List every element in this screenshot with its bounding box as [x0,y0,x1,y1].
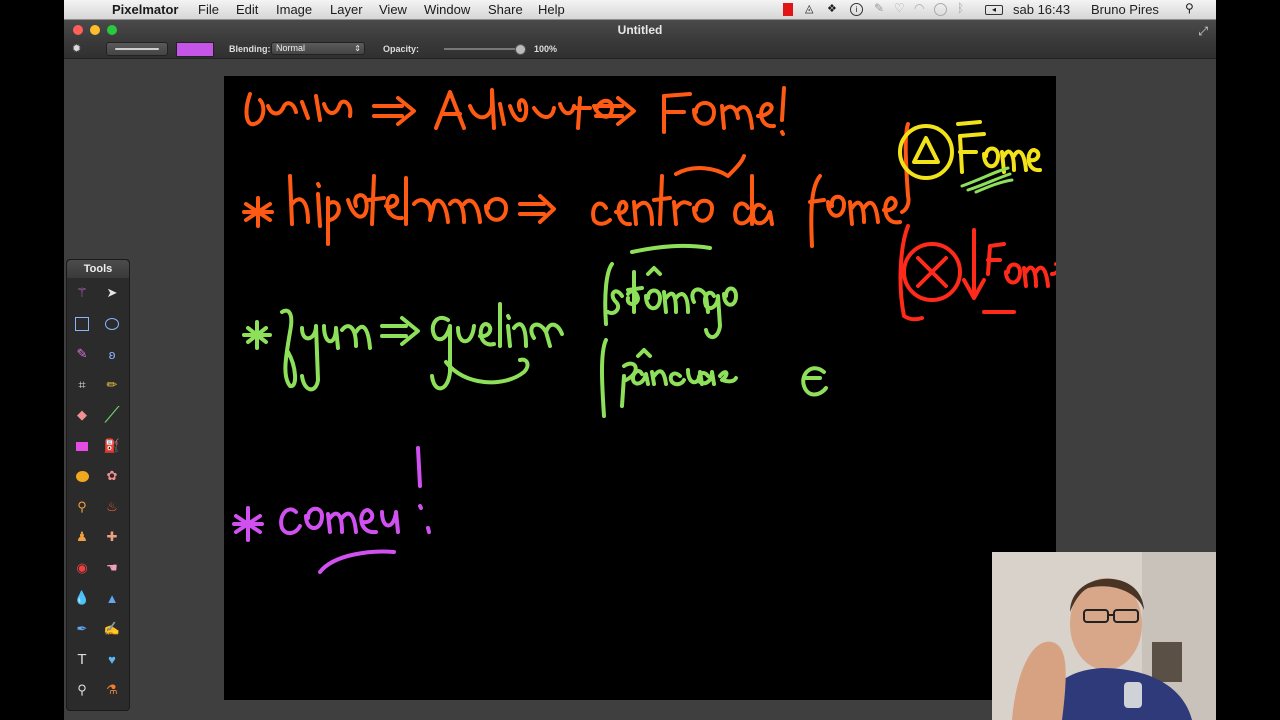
menu-layer[interactable]: Layer [330,2,363,17]
select-arrows-icon: ⇕ [354,44,361,53]
screen: Pixelmator File Edit Image Layer View Wi… [64,0,1216,720]
lasso-icon[interactable]: ʚ [101,343,123,365]
freeform-pen-icon[interactable]: ✍ [101,618,123,640]
handwriting-line-4 [232,446,431,574]
bluetooth-icon[interactable]: ᛒ [957,1,970,15]
handwriting-layer [232,86,1056,574]
stamp-icon[interactable]: ♟ [71,526,93,548]
window-title: Untitled [617,23,663,37]
pen-icon[interactable]: ✒ [71,618,93,640]
type-icon[interactable]: T [71,648,93,670]
redeye-icon[interactable]: ◉ [71,557,93,579]
window-titlebar: Untitled ⤢ [64,20,1216,40]
heart-icon[interactable]: ♡ [894,1,907,15]
menu-share[interactable]: Share [488,2,523,17]
zoom-icon[interactable]: ⚲ [71,679,93,701]
tools-palette-title: Tools [67,260,129,278]
rect-select-icon[interactable] [71,313,93,335]
clock-status-icon[interactable] [934,3,947,16]
ellipse-shape-icon[interactable] [71,465,93,487]
dodge-icon[interactable]: ⚲ [71,496,93,518]
paintbrush-select-icon[interactable]: ✎ [71,343,93,365]
blending-value: Normal [276,43,306,53]
smudge-icon[interactable]: ☚ [101,557,123,579]
color-picker-icon[interactable]: ✿ [101,465,123,487]
menu-user[interactable]: Bruno Pires [1091,2,1159,17]
record-icon[interactable] [783,3,793,16]
brush-icon[interactable]: ⟋ [101,402,123,427]
pencil-icon[interactable]: ✏ [101,374,123,396]
menu-image[interactable]: Image [276,2,312,17]
brush-preview-button[interactable] [106,42,168,56]
magic-wand-icon[interactable]: ⚚ [71,282,93,304]
dropbox-icon[interactable]: ❖ [827,2,840,15]
ellipse-select-icon[interactable] [101,313,123,335]
handwriting-line-1 [242,86,911,248]
spotlight-search-icon[interactable]: ⚲ [1185,1,1198,15]
paint-bucket-icon[interactable]: ⛽ [101,435,123,457]
crop-icon[interactable]: ⌗ [71,374,93,396]
opacity-slider-track[interactable] [444,48,524,50]
handwriting-right-notes [898,120,1056,322]
battery-icon[interactable]: ◂ [985,5,1003,15]
letterbox-left [0,0,64,720]
sharpen-icon[interactable]: ▲ [101,587,123,609]
evernote-icon[interactable]: ✎ [874,1,887,15]
opacity-label: Opacity: [383,44,420,54]
tools-palette: Tools ⚚ ➤ ✎ ʚ ⌗ ✏ ◆ ⟋ ⛽ ✿ ⚲ ♨ ♟ ✚ ◉ ☚ 💧 … [66,259,130,711]
drawing-canvas[interactable] [224,76,1056,700]
menu-help[interactable]: Help [538,2,565,17]
brush-color-swatch[interactable] [176,42,214,57]
burn-icon[interactable]: ♨ [101,496,123,518]
letterbox-right [1216,0,1280,720]
webcam-overlay [992,552,1216,720]
opacity-value: 100% [534,44,558,54]
shape-icon[interactable]: ♥ [101,648,123,670]
wifi-icon[interactable]: ◠ [914,1,927,15]
opacity-slider-knob[interactable] [515,44,526,55]
blur-icon[interactable]: 💧 [71,587,93,609]
rectangle-shape-icon[interactable] [71,435,93,457]
blending-label: Blending: [229,44,271,54]
menu-clock[interactable]: sab 16:43 [1013,2,1070,17]
settings-gear-icon[interactable]: ✹ [72,42,81,55]
webcam-presenter-image [992,552,1216,720]
blending-select[interactable]: Normal ⇕ [271,42,365,55]
menu-edit[interactable]: Edit [236,2,258,17]
eyedropper-icon[interactable]: ⚗ [101,679,123,701]
eraser-icon[interactable]: ◆ [71,404,93,426]
info-icon[interactable]: i [850,3,863,16]
google-drive-icon[interactable]: ◬ [805,2,818,15]
menu-bar: Pixelmator File Edit Image Layer View Wi… [64,0,1216,20]
fullscreen-icon[interactable]: ⤢ [1198,24,1208,39]
tool-options-bar: ✹ Blending: Normal ⇕ Opacity: 100% [64,40,1216,59]
heal-icon[interactable]: ✚ [101,526,123,548]
menu-file[interactable]: File [198,2,219,17]
handwriting-line-3 [242,243,828,418]
menu-view[interactable]: View [379,2,407,17]
menu-app-name[interactable]: Pixelmator [112,2,178,17]
arrow-icon[interactable]: ➤ [101,282,123,304]
menu-window[interactable]: Window [424,2,470,17]
